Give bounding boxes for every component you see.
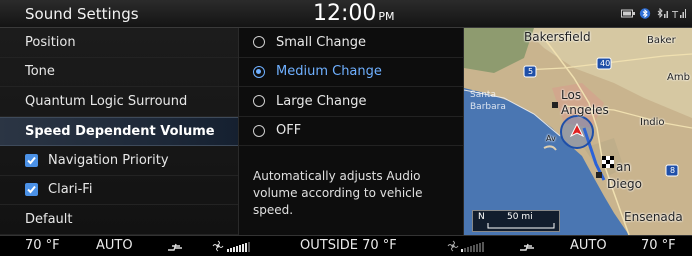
right-fan-level[interactable] xyxy=(461,241,484,252)
option-large-change[interactable]: Large Change xyxy=(239,87,463,117)
outside-temperature: OUTSIDE 70 °F xyxy=(300,238,397,253)
fan-level-bar xyxy=(461,249,463,252)
bluetooth-audio-icon xyxy=(657,8,668,19)
fan-level-bar xyxy=(248,242,250,252)
menu-item-label: Clari-Fi xyxy=(48,182,93,198)
status-icons: T xyxy=(621,8,686,19)
option-off[interactable]: OFF xyxy=(239,117,463,146)
menu-item-clari-fi[interactable]: Clari-Fi xyxy=(0,176,238,205)
clock-ampm: PM xyxy=(378,10,395,23)
radio-button[interactable] xyxy=(253,95,265,108)
map-label-avalon: Av xyxy=(546,134,556,143)
map-label-los: Los xyxy=(561,88,582,102)
status-bar: Sound Settings 12:00 PM T xyxy=(0,0,692,28)
clock: 12:00 PM xyxy=(313,1,395,26)
battery-icon xyxy=(621,9,635,18)
menu-item-navigation-priority[interactable]: Navigation Priority xyxy=(0,146,238,176)
fan-level-bar xyxy=(479,243,481,252)
fan-level-bar xyxy=(482,242,484,252)
fan-level-bar xyxy=(242,244,244,252)
map-label-indio: Indio xyxy=(640,117,665,128)
right-seat-airflow-icon[interactable] xyxy=(518,241,536,252)
map-label-ensenada: Ensenada xyxy=(624,210,683,224)
option-label: Medium Change xyxy=(276,64,382,80)
fan-level-bar xyxy=(236,246,238,252)
menu-item-label: Quantum Logic Surround xyxy=(25,93,188,109)
settings-menu: Position Tone Quantum Logic Surround Spe… xyxy=(0,28,238,235)
option-medium-change[interactable]: Medium Change xyxy=(239,58,463,87)
scale-label: 50 mi xyxy=(507,212,533,222)
left-seat-airflow-icon[interactable] xyxy=(166,241,184,252)
fan-level-bar xyxy=(239,245,241,252)
map-label-an: an xyxy=(616,160,631,174)
clari-fi-checkbox[interactable] xyxy=(25,183,38,197)
menu-item-label: Tone xyxy=(25,64,55,80)
menu-item-label: Default xyxy=(25,211,73,227)
clock-time: 12:00 xyxy=(313,1,377,26)
navigation-map[interactable]: Bakersfield Baker Amb Los Angeles Santa … xyxy=(464,28,692,235)
checkmark-icon xyxy=(27,156,36,165)
right-climate-mode[interactable]: AUTO xyxy=(570,238,607,253)
menu-item-speed-dependent-volume[interactable]: Speed Dependent Volume xyxy=(0,116,238,146)
right-temperature[interactable]: 70 °F xyxy=(641,238,676,253)
bluetooth-icon xyxy=(639,8,651,19)
option-description: Automatically adjusts Audio volume accor… xyxy=(253,169,423,217)
radio-button[interactable] xyxy=(253,36,265,49)
menu-item-quantum-logic-surround[interactable]: Quantum Logic Surround xyxy=(0,87,238,117)
menu-item-default[interactable]: Default xyxy=(0,205,238,235)
fan-level-bar xyxy=(233,247,235,252)
checkmark-icon xyxy=(27,186,36,194)
left-fan-icon xyxy=(212,240,224,252)
radio-button[interactable] xyxy=(253,124,265,137)
map-label-baker: Baker xyxy=(647,35,676,46)
map-label-diego: Diego xyxy=(607,177,642,191)
map-scale: N 50 mi xyxy=(472,210,560,232)
fan-level-bar xyxy=(473,245,475,252)
menu-item-tone[interactable]: Tone xyxy=(0,58,238,87)
fan-level-bar xyxy=(245,243,247,252)
menu-item-position[interactable]: Position xyxy=(0,28,238,58)
left-climate-mode[interactable]: AUTO xyxy=(96,238,133,253)
speed-volume-options: Small Change Medium Change Large Change … xyxy=(238,28,464,235)
menu-item-label: Speed Dependent Volume xyxy=(25,123,215,139)
left-temperature[interactable]: 70 °F xyxy=(25,238,60,253)
left-fan-level[interactable] xyxy=(227,241,250,252)
option-small-change[interactable]: Small Change xyxy=(239,28,463,58)
highway-40-shield: 40 xyxy=(600,59,611,68)
right-fan-icon xyxy=(447,240,459,252)
north-indicator: N xyxy=(478,212,485,222)
fan-level-bar xyxy=(464,248,466,252)
map-label-barbara: Barbara xyxy=(470,102,506,112)
highway-8-shield: 8 xyxy=(670,166,676,175)
scale-bar-icon xyxy=(487,223,555,229)
map-label-angeles: Angeles xyxy=(561,103,609,117)
svg-text:T: T xyxy=(672,10,679,19)
option-label: OFF xyxy=(276,123,302,139)
menu-item-label: Navigation Priority xyxy=(48,152,169,168)
map-label-amb: Amb xyxy=(667,72,690,83)
option-label: Large Change xyxy=(276,93,367,109)
fan-level-bar xyxy=(230,248,232,252)
page-title: Sound Settings xyxy=(25,5,139,23)
option-label: Small Change xyxy=(276,34,367,50)
fan-level-bar xyxy=(467,247,469,252)
map-graphic xyxy=(464,28,692,235)
climate-bar: 70 °F AUTO OUTSIDE 70 °F AUTO 70 °F xyxy=(0,235,692,256)
fan-level-bar xyxy=(470,246,472,252)
fan-level-bar xyxy=(476,244,478,252)
map-label-santa: Santa xyxy=(470,90,496,100)
map-label-bakersfield: Bakersfield xyxy=(524,30,591,44)
menu-item-label: Position xyxy=(25,34,76,50)
signal-icon: T xyxy=(672,9,686,19)
navigation-priority-checkbox[interactable] xyxy=(25,153,38,167)
fan-level-bar xyxy=(227,249,229,252)
highway-5-shield: 5 xyxy=(528,67,534,76)
radio-button[interactable] xyxy=(253,65,265,78)
